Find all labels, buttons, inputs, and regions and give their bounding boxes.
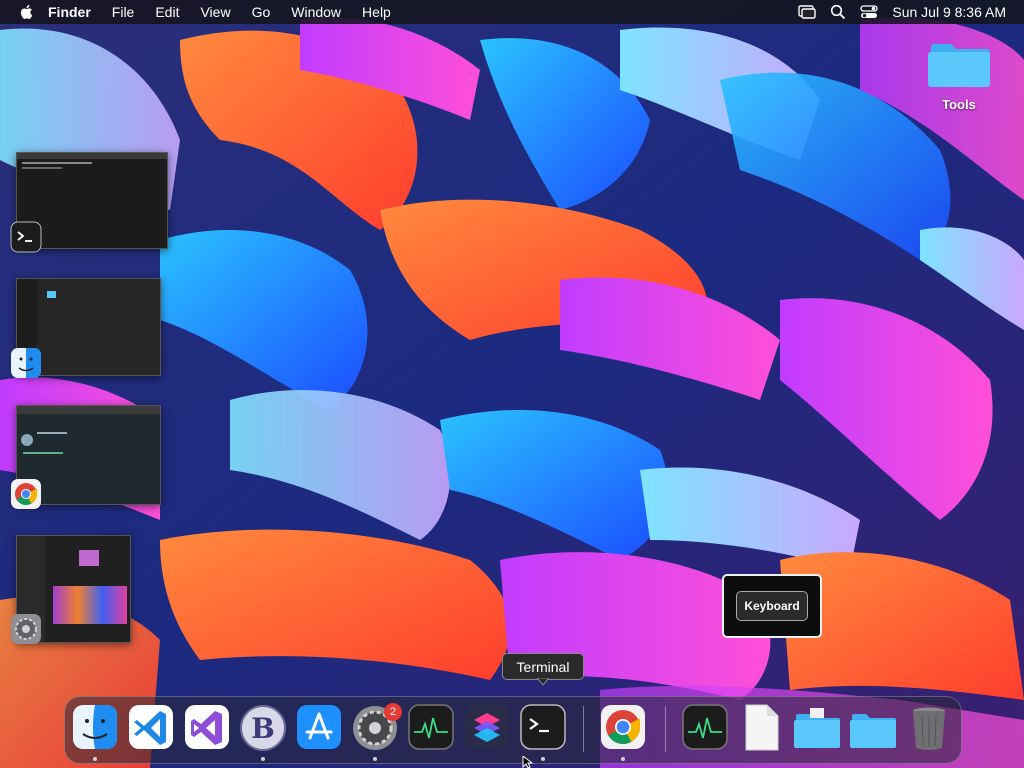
dock-item-trash[interactable] <box>904 702 954 754</box>
dock-item-downloads-folder[interactable] <box>792 702 842 754</box>
keyboard-popup: Keyboard <box>722 574 822 638</box>
dock-item-vscode[interactable] <box>126 702 176 754</box>
menu-help[interactable]: Help <box>362 4 391 20</box>
finder-icon[interactable] <box>10 347 42 379</box>
dock-item-finder[interactable] <box>70 702 120 754</box>
menu-view[interactable]: View <box>200 4 230 20</box>
tooltip-arrow <box>537 678 549 686</box>
running-indicator <box>621 757 625 761</box>
dock-item-visual-studio[interactable] <box>182 702 232 754</box>
dock-item-app-store[interactable] <box>294 702 344 754</box>
running-indicator <box>541 757 545 761</box>
desktop-folder-label: Tools <box>942 97 976 112</box>
menu-bar: Finder File Edit View Go Window Help Sun… <box>0 0 1024 24</box>
svg-text:B: B <box>251 712 275 745</box>
menu-app-name[interactable]: Finder <box>48 4 91 20</box>
keyboard-button[interactable]: Keyboard <box>736 591 808 621</box>
search-icon[interactable] <box>830 4 846 20</box>
dock-separator <box>665 706 666 752</box>
terminal-icon[interactable] <box>10 221 42 253</box>
folder-icon <box>928 44 990 87</box>
menu-go[interactable]: Go <box>252 4 271 20</box>
notification-badge: 2 <box>384 703 402 721</box>
chrome-icon[interactable] <box>10 478 42 510</box>
dock-item-bbedit[interactable]: B <box>238 702 288 754</box>
menu-edit[interactable]: Edit <box>155 4 179 20</box>
dock-item-activity-monitor-2[interactable] <box>680 702 730 754</box>
running-indicator <box>373 757 377 761</box>
mouse-cursor <box>522 756 534 768</box>
control-center-icon[interactable] <box>860 4 879 20</box>
dock-item-activity-monitor[interactable] <box>406 702 456 754</box>
menu-window[interactable]: Window <box>291 4 341 20</box>
running-indicator <box>93 757 97 761</box>
screen-mirroring-icon[interactable] <box>798 4 817 20</box>
settings-icon[interactable] <box>10 613 42 645</box>
dock-item-chrome[interactable] <box>598 702 648 754</box>
menu-file[interactable]: File <box>112 4 135 20</box>
dock-item-terminal[interactable] <box>518 702 568 754</box>
dock-item-folder[interactable] <box>848 702 898 754</box>
dock-separator <box>583 706 584 752</box>
dock-item-shortcuts[interactable] <box>462 702 512 754</box>
menu-clock[interactable]: Sun Jul 9 8:36 AM <box>892 4 1006 20</box>
dock-item-document[interactable] <box>736 702 786 754</box>
desktop-folder-tools[interactable]: Tools <box>924 36 994 112</box>
running-indicator <box>261 757 265 761</box>
dock-tooltip: Terminal <box>502 653 584 680</box>
apple-icon[interactable] <box>18 3 36 21</box>
